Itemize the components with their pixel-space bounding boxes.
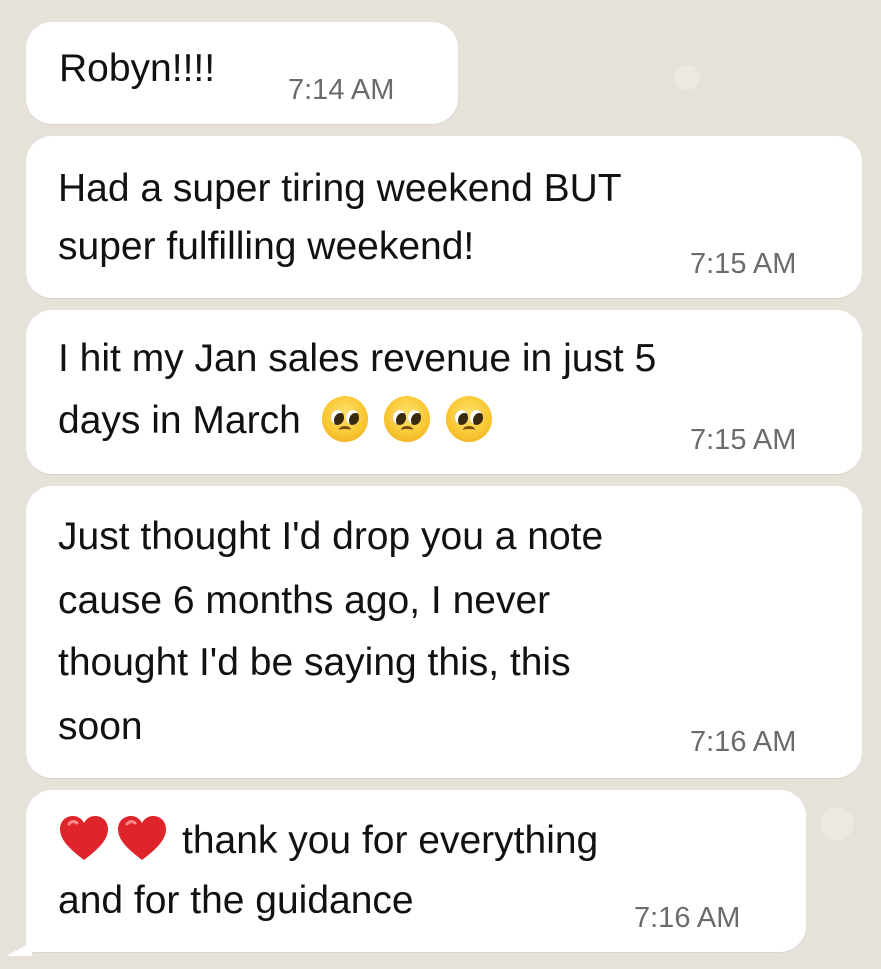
message-timestamp: 7:14 AM: [288, 74, 395, 106]
message-bubble[interactable]: I hit my Jan sales revenue in just 5 day…: [26, 310, 862, 474]
message-text: Robyn!!!!: [59, 47, 216, 90]
pleading-face-icon: [321, 395, 368, 442]
chat-background: Robyn!!!! 7:14 AM Had a super tiring wee…: [0, 0, 881, 969]
message-bubble[interactable]: thank you for everything and for the gui…: [26, 790, 806, 952]
red-heart-icon: [118, 815, 166, 860]
message-text: I hit my Jan sales revenue in just 5: [58, 337, 657, 380]
message-bubble[interactable]: Robyn!!!! 7:14 AM: [26, 22, 458, 124]
red-heart-icon: [60, 815, 108, 860]
message-timestamp: 7:15 AM: [690, 424, 797, 456]
message-text: cause 6 months ago, I never: [58, 579, 551, 622]
message-timestamp: 7:16 AM: [690, 726, 797, 758]
bubble-tail: [6, 942, 32, 956]
message-timestamp: 7:15 AM: [690, 248, 797, 280]
pleading-face-icon: [383, 395, 430, 442]
message-text-with-emojis: thank you for everything: [58, 810, 598, 872]
message-text: Had a super tiring weekend BUT: [58, 167, 622, 210]
message-timestamp: 7:16 AM: [634, 902, 741, 934]
message-text: soon: [58, 705, 143, 748]
message-text: super fulfilling weekend!: [58, 225, 475, 268]
message-bubble[interactable]: Just thought I'd drop you a note cause 6…: [26, 486, 862, 778]
message-text: and for the guidance: [58, 879, 414, 922]
message-text-with-emojis: days in March: [58, 390, 492, 452]
message-text: thought I'd be saying this, this: [58, 641, 571, 684]
pleading-face-icon: [445, 395, 492, 442]
message-text: days in March: [58, 399, 301, 442]
message-bubble[interactable]: Had a super tiring weekend BUT super ful…: [26, 136, 862, 298]
message-text: Just thought I'd drop you a note: [58, 515, 604, 558]
message-text: thank you for everything: [182, 819, 599, 862]
